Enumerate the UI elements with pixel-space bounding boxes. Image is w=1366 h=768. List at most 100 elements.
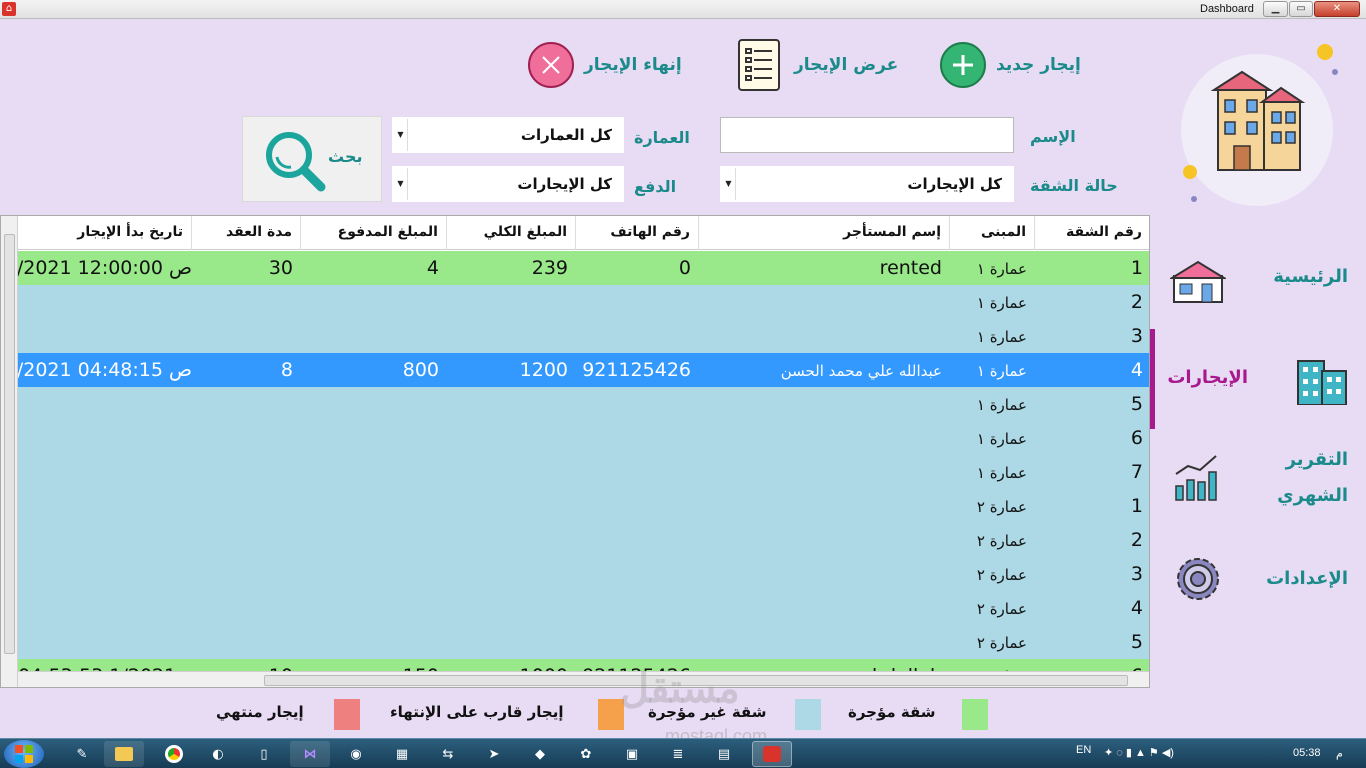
language-indicator[interactable]: EN xyxy=(1076,744,1091,756)
cell-paid xyxy=(301,421,447,455)
cell-start-date xyxy=(18,285,192,319)
horizontal-scrollbar[interactable] xyxy=(18,671,1149,687)
logo-building xyxy=(1180,42,1355,212)
nav-settings[interactable]: الإعدادات xyxy=(1150,545,1366,645)
table-row[interactable]: 2 عمارة ٢ xyxy=(18,523,1149,557)
nav-monthly-report[interactable]: التقرير الشهري xyxy=(1150,442,1366,542)
taskbar-android-studio-icon[interactable]: ◉ xyxy=(336,741,376,767)
taskbar-edge-icon[interactable]: ◐ xyxy=(198,741,238,767)
taskbar-visual-studio-icon[interactable]: ⋈ xyxy=(290,741,330,767)
cell-start-date xyxy=(18,523,192,557)
table-row[interactable]: 3 عمارة ٢ xyxy=(18,557,1149,591)
cell-tenant: عبدالله علي محمد الحسن xyxy=(780,362,942,380)
name-input[interactable] xyxy=(720,117,1014,153)
header-phone[interactable]: رقم الهاتف xyxy=(576,216,699,250)
cell-tenant: rented xyxy=(879,257,942,279)
taskbar-file-icon[interactable]: ▯ xyxy=(244,741,284,767)
taskbar-telegram-icon[interactable]: ➤ xyxy=(474,741,514,767)
cell-duration xyxy=(192,387,301,421)
cell-apt: 4 xyxy=(1130,597,1143,619)
cell-total: 1200 xyxy=(519,359,568,381)
table-row[interactable]: 5 عمارة ١ xyxy=(18,387,1149,421)
building-label: العمارة xyxy=(634,128,690,147)
table-row[interactable]: 4 عمارة ١ عبدالله علي محمد الحسن 921125426 1… xyxy=(18,353,1149,387)
taskbar: ✎ ◐ ▯ ⋈ ◉ ▦ ⇆ ➤ ◆ ✿ ▣ ≣ ▤ EN ✦ ◌ ▮ ▲ ⚑ ◀… xyxy=(0,738,1366,768)
header-apt[interactable]: رقم الشقة xyxy=(1035,216,1149,250)
taskbar-calculator-icon[interactable]: ▦ xyxy=(382,741,422,767)
payment-select[interactable]: ▼ كل الإيجارات xyxy=(392,166,624,202)
chevron-down-icon[interactable]: ▼ xyxy=(722,168,736,200)
cell-duration: 10 xyxy=(192,659,301,671)
tray-icons[interactable]: ✦ ◌ ▮ ▲ ⚑ ◀) xyxy=(1104,746,1174,759)
table-row[interactable]: 1 عمارة ١ rented 0 239 4 30 ص 12:00:00 2021/ xyxy=(18,251,1149,285)
cell-building: عمارة ٢ xyxy=(976,498,1027,516)
search-button[interactable]: بحث xyxy=(242,116,382,202)
cell-tenant xyxy=(699,421,950,455)
end-lease-button[interactable]: إنهاء الإيجار xyxy=(528,39,682,91)
view-lease-label: عرض الإيجار xyxy=(794,55,899,75)
cell-duration: 30 xyxy=(268,257,293,279)
clock-time[interactable]: 05:38 xyxy=(1293,747,1321,759)
table-row[interactable]: 2 عمارة ١ xyxy=(18,285,1149,319)
nav-home[interactable]: الرئيسية xyxy=(1150,243,1366,343)
window-titlebar: ⌂ Dashboard ▁ ▭ ✕ xyxy=(0,0,1366,19)
vertical-scrollbar[interactable] xyxy=(1,216,18,687)
cell-total xyxy=(447,523,576,557)
table-row[interactable]: 5 عمارة ٢ xyxy=(18,625,1149,659)
cell-building: عمارة ١ xyxy=(976,260,1027,278)
nav-leases-label: الإيجارات xyxy=(1167,367,1248,388)
close-button[interactable]: ✕ xyxy=(1314,1,1360,17)
table-row[interactable]: 3 عمارة ١ xyxy=(18,319,1149,353)
nav-leases[interactable]: الإيجارات xyxy=(1150,329,1366,429)
building-select[interactable]: ▼ كل العمارات xyxy=(392,117,624,153)
taskbar-chrome-icon[interactable] xyxy=(154,741,194,767)
cell-total xyxy=(447,625,576,659)
taskbar-sheet-icon[interactable]: ▤ xyxy=(704,741,744,767)
table-row[interactable]: 4 عمارة ٢ xyxy=(18,591,1149,625)
minimize-button[interactable]: ▁ xyxy=(1263,1,1288,17)
table-row[interactable]: 6 عمارة ١ xyxy=(18,421,1149,455)
cell-start-date xyxy=(18,421,192,455)
cell-building: عمارة ٢ xyxy=(976,634,1027,652)
cell-total xyxy=(447,591,576,625)
cell-total xyxy=(447,489,576,523)
cell-paid xyxy=(301,455,447,489)
table-row[interactable]: 7 عمارة ١ xyxy=(18,455,1149,489)
header-building[interactable]: المبنى xyxy=(950,216,1035,250)
taskbar-dashboard-icon[interactable] xyxy=(752,741,792,767)
cell-paid xyxy=(301,591,447,625)
header-paid[interactable]: المبلغ المدفوع xyxy=(301,216,447,250)
leases-table[interactable]: رقم الشقة المبنى إسم المستأجر رقم الهاتف… xyxy=(0,215,1150,688)
new-lease-button[interactable]: إيجار جديد xyxy=(940,39,1081,91)
maximize-button[interactable]: ▭ xyxy=(1289,1,1313,17)
scroll-thumb[interactable] xyxy=(4,234,15,654)
header-tenant[interactable]: إسم المستأجر xyxy=(699,216,950,250)
table-row[interactable]: 6عمارة ٢abdallah9211254261000150101/2021… xyxy=(18,659,1149,671)
taskbar-paint-palette-icon[interactable]: ✿ xyxy=(566,741,606,767)
header-duration[interactable]: مدة العقد xyxy=(192,216,301,250)
taskbar-app-icon[interactable]: ▣ xyxy=(612,741,652,767)
taskbar-3d-icon[interactable]: ◆ xyxy=(520,741,560,767)
start-button[interactable] xyxy=(4,740,44,768)
legend-ended-label: إيجار منتهي xyxy=(216,703,304,721)
taskbar-database-icon[interactable]: ≣ xyxy=(658,741,698,767)
chevron-down-icon[interactable]: ▼ xyxy=(394,119,408,151)
header-total[interactable]: المبلغ الكلي xyxy=(447,216,576,250)
cell-building: عمارة ٢ xyxy=(976,600,1027,618)
cell-tenant xyxy=(699,625,950,659)
table-row[interactable]: 1 عمارة ٢ xyxy=(18,489,1149,523)
chevron-down-icon[interactable]: ▼ xyxy=(394,168,408,200)
taskbar-paint-icon[interactable]: ✎ xyxy=(62,741,102,767)
cell-duration xyxy=(192,489,301,523)
taskbar-teamviewer-icon[interactable]: ⇆ xyxy=(428,741,468,767)
header-start-date[interactable]: تاريخ بدأ الإيجار xyxy=(18,216,192,250)
cell-duration xyxy=(192,523,301,557)
cell-start-date xyxy=(18,557,192,591)
cell-phone: 0 xyxy=(678,257,691,279)
status-select[interactable]: ▼ كل الإيجارات xyxy=(720,166,1014,202)
cell-building: عمارة ٢ xyxy=(976,532,1027,550)
view-lease-button[interactable]: عرض الإيجار xyxy=(738,39,898,91)
taskbar-folder-icon[interactable] xyxy=(104,741,144,767)
name-label: الإسم xyxy=(1030,127,1076,146)
cell-paid: 800 xyxy=(402,359,439,381)
